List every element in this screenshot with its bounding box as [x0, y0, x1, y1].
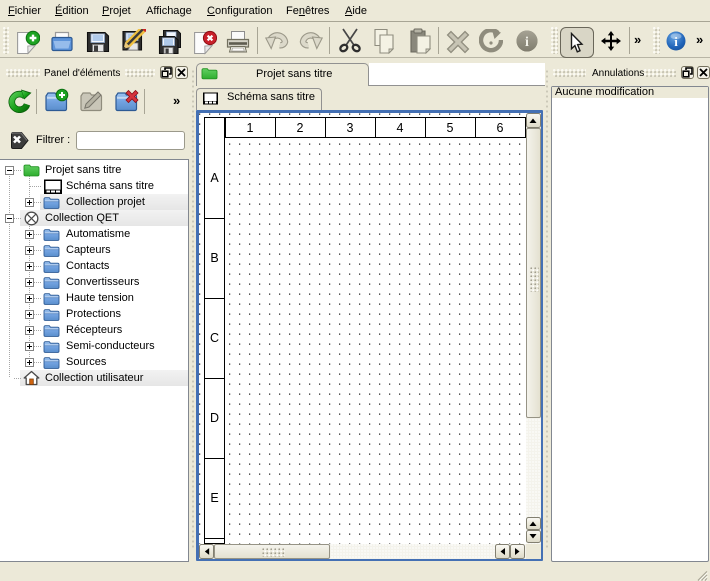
svg-text:i: i — [674, 34, 678, 49]
svg-text:i: i — [525, 35, 529, 50]
